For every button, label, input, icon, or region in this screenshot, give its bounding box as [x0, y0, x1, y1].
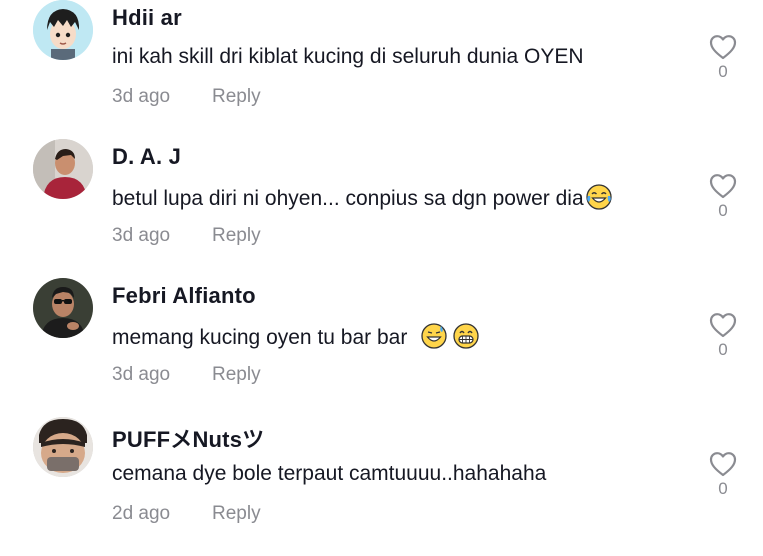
- heart-outline-icon: [709, 452, 737, 477]
- comment-item: PUFFメNutsツ cemana dye bole terpaut camtu…: [0, 417, 763, 556]
- comment-username[interactable]: Hdii ar: [112, 5, 182, 31]
- heart-outline-icon: [709, 35, 737, 60]
- heart-outline-icon: [709, 174, 737, 199]
- comment-username[interactable]: PUFFメNutsツ: [112, 422, 264, 454]
- comment-time: 3d ago: [112, 225, 171, 246]
- comment-username[interactable]: Febri Alfianto: [112, 283, 256, 309]
- reply-button[interactable]: Reply: [212, 503, 261, 525]
- comment-text: cemana dye bole terpaut camtuuuu..hahaha…: [112, 462, 547, 485]
- avatar[interactable]: [33, 278, 93, 338]
- like-button[interactable]: 0: [705, 34, 741, 90]
- grimacing-face-icon: [453, 323, 479, 349]
- like-count: 0: [718, 201, 728, 220]
- grinning-face-with-sweat-icon: [421, 323, 447, 349]
- avatar[interactable]: [33, 0, 93, 60]
- like-button[interactable]: 0: [705, 173, 741, 229]
- comment-text: betul lupa diri ni ohyen... conpius sa d…: [112, 184, 612, 211]
- face-with-tears-of-joy-icon: [585, 184, 612, 210]
- comment-text: memang kucing oyen tu bar bar: [112, 323, 479, 350]
- like-button[interactable]: 0: [705, 451, 741, 507]
- comment-time: 3d ago: [112, 364, 171, 385]
- comment-item: Febri Alfianto memang kucing oyen tu bar…: [0, 278, 763, 417]
- comment-time: 2d ago: [112, 503, 171, 524]
- comment-time: 3d ago: [112, 86, 171, 107]
- avatar[interactable]: [33, 417, 93, 477]
- like-button[interactable]: 0: [705, 312, 741, 368]
- comment-item: D. A. J betul lupa diri ni ohyen... conp…: [0, 139, 763, 278]
- comment-item: Hdii ar ini kah skill dri kiblat kucing …: [0, 0, 763, 139]
- reply-button[interactable]: Reply: [212, 364, 261, 386]
- avatar[interactable]: [33, 139, 93, 199]
- heart-outline-icon: [709, 313, 737, 338]
- like-count: 0: [718, 62, 728, 81]
- comment-text: ini kah skill dri kiblat kucing di selur…: [112, 45, 584, 68]
- comment-username[interactable]: D. A. J: [112, 144, 181, 170]
- like-count: 0: [718, 340, 728, 359]
- reply-button[interactable]: Reply: [212, 86, 261, 108]
- like-count: 0: [718, 479, 728, 498]
- reply-button[interactable]: Reply: [212, 225, 261, 247]
